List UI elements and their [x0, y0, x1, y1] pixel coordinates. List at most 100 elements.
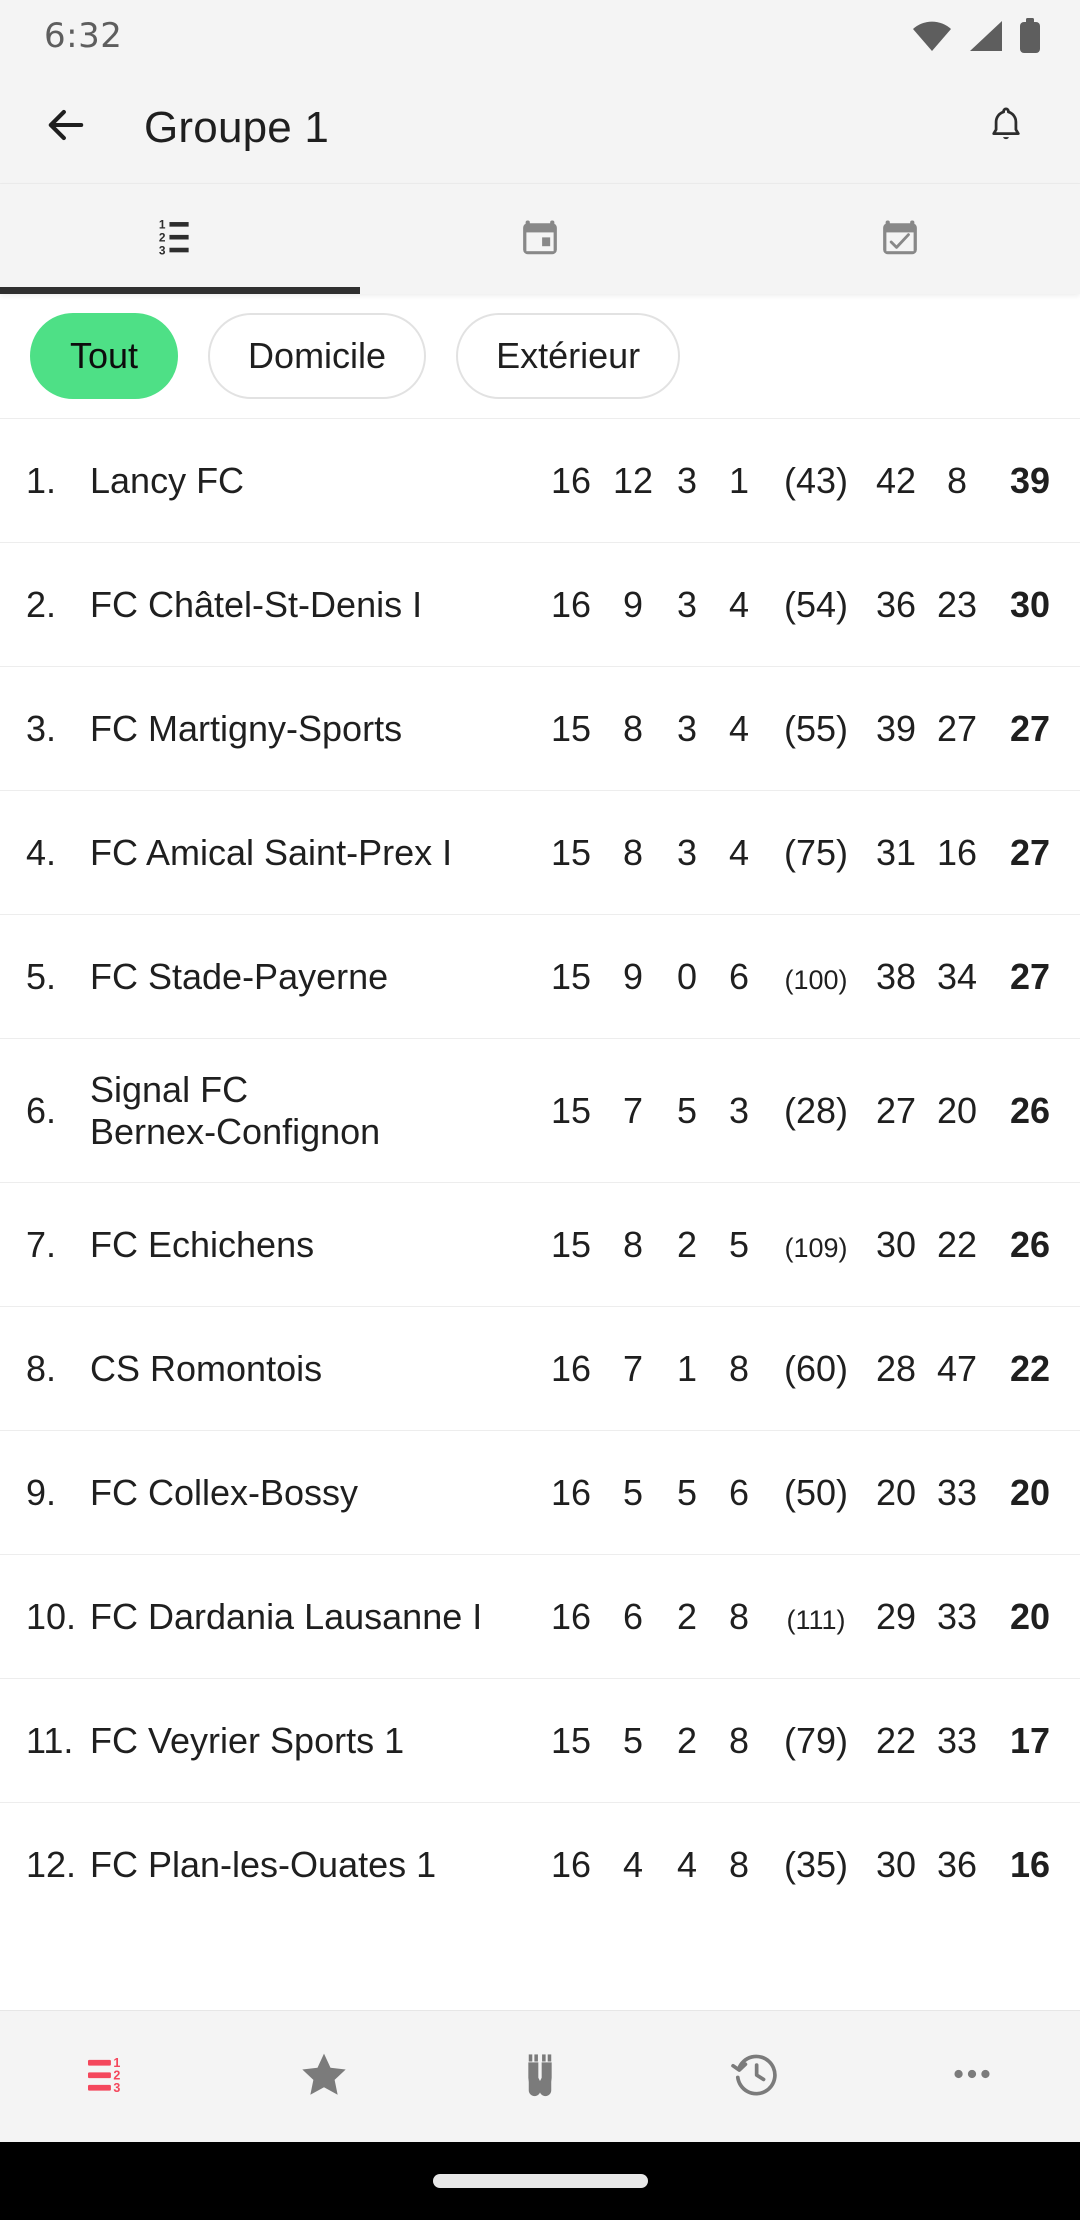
tab-standings[interactable]: 1 2 3 [0, 184, 360, 294]
row-rank: 4. [26, 831, 57, 873]
row-rank: 5. [26, 955, 57, 997]
row-goals-against: 22 [936, 1223, 978, 1265]
row-goals-against: 16 [936, 831, 978, 873]
filter-chip-domicile[interactable]: Domicile [208, 313, 427, 399]
row-draws: 3 [676, 459, 698, 501]
row-draws: 0 [676, 955, 698, 997]
table-row[interactable]: 3. FC Martigny-Sports 15 8 3 4 (55) 39 27 27 [0, 666, 1080, 790]
table-row[interactable]: 11. FC Veyrier Sports 1 15 5 2 8 (79) 22 33 17 [0, 1678, 1080, 1802]
nav-scout[interactable] [432, 2011, 648, 2142]
filter-chip-tout[interactable]: Tout [30, 313, 179, 399]
row-stats: 15 5 2 8 (79) 22 33 17 [538, 1720, 1050, 1762]
row-points: 20 [1009, 1471, 1050, 1513]
row-matches-played: 16 [550, 1471, 592, 1513]
row-losses: 5 [728, 1223, 750, 1265]
filter-chip-exterieur[interactable]: Extérieur [456, 313, 681, 399]
row-losses: 4 [728, 583, 750, 625]
row-points: 16 [1009, 1843, 1050, 1885]
binoculars-icon [515, 2049, 565, 2104]
row-stats: 16 5 5 6 (50) 20 33 20 [538, 1472, 1050, 1514]
row-losses: 4 [728, 707, 750, 749]
table-row[interactable]: 8. CS Romontois 16 7 1 8 (60) 28 47 22 [0, 1306, 1080, 1430]
row-goals-for: 36 [875, 583, 917, 625]
gesture-handle[interactable] [432, 2174, 648, 2188]
row-team-name: FC Châtel-St-Denis I [90, 583, 423, 625]
row-goals-for: 42 [875, 459, 917, 501]
row-matches-played: 16 [550, 1347, 592, 1389]
table-row[interactable]: 6. Signal FC Bernex-Confignon 15 7 5 3 (28) 27 20… [0, 1038, 1080, 1182]
table-row[interactable]: 1. Lancy FC 16 12 3 1 (43) 42 8 39 [0, 418, 1080, 542]
table-row[interactable]: 2. FC Châtel-St-Denis I 16 9 3 4 (54) 36 23 30 [0, 542, 1080, 666]
svg-text:3: 3 [113, 2081, 120, 2095]
row-rank: 9. [26, 1471, 57, 1513]
nav-more[interactable] [864, 2011, 1080, 2142]
notifications-button[interactable] [970, 92, 1042, 164]
row-wins: 9 [622, 955, 644, 997]
bottom-nav: 1 2 3 [0, 2010, 1080, 2142]
cellular-signal-icon [966, 19, 1004, 53]
row-draws: 3 [676, 583, 698, 625]
table-row[interactable]: 12. FC Plan-les-Ouates 1 16 4 4 8 (35) 30 36 16 [0, 1802, 1080, 1926]
row-wins: 4 [622, 1843, 644, 1885]
table-row[interactable]: 9. FC Collex-Bossy 16 5 5 6 (50) 20 33 20 [0, 1430, 1080, 1554]
row-percentage: (54) [783, 583, 849, 625]
row-points: 27 [1009, 831, 1050, 873]
row-wins: 8 [622, 831, 644, 873]
standings-table[interactable]: 1. Lancy FC 16 12 3 1 (43) 42 8 39 2. FC Châtel-St-… [0, 418, 1080, 2010]
row-matches-played: 15 [550, 1223, 592, 1265]
row-goals-for: 31 [875, 831, 917, 873]
row-matches-played: 16 [550, 1843, 592, 1885]
row-draws: 3 [676, 831, 698, 873]
row-goals-against: 36 [936, 1843, 978, 1885]
table-row[interactable]: 7. FC Echichens 15 8 2 5 (109) 30 22 26 [0, 1182, 1080, 1306]
row-goals-for: 30 [875, 1843, 917, 1885]
row-team-name: FC Veyrier Sports 1 [90, 1719, 405, 1761]
row-points: 27 [1009, 707, 1050, 749]
row-goals-for: 28 [875, 1347, 917, 1389]
row-draws: 2 [676, 1223, 698, 1265]
row-losses: 6 [728, 1471, 750, 1513]
row-wins: 12 [612, 459, 654, 501]
row-matches-played: 15 [550, 1719, 592, 1761]
row-losses: 8 [728, 1347, 750, 1389]
row-team-name: FC Stade-Payerne [90, 955, 389, 997]
table-row[interactable]: 5. FC Stade-Payerne 15 9 0 6 (100) 38 34 27 [0, 914, 1080, 1038]
row-draws: 5 [676, 1089, 698, 1131]
row-rank: 8. [26, 1347, 57, 1389]
battery-icon [1018, 18, 1042, 54]
nav-standings[interactable]: 1 2 3 [0, 2011, 216, 2142]
row-percentage: (43) [783, 459, 849, 501]
nav-favorites[interactable] [216, 2011, 432, 2142]
status-time: 6:32 [44, 16, 123, 56]
page-title: Groupe 1 [144, 102, 330, 152]
row-rank: 2. [26, 583, 57, 625]
row-losses: 6 [728, 955, 750, 997]
tab-bar: 1 2 3 [0, 184, 1080, 294]
tab-results[interactable] [720, 184, 1080, 294]
back-button[interactable] [30, 92, 102, 164]
row-goals-against: 23 [936, 583, 978, 625]
row-percentage: (28) [783, 1089, 849, 1131]
row-team-name: FC Collex-Bossy [90, 1471, 359, 1513]
row-matches-played: 16 [550, 1595, 592, 1637]
row-percentage: (75) [783, 831, 849, 873]
row-draws: 1 [676, 1347, 698, 1389]
row-points: 30 [1009, 583, 1050, 625]
star-icon [298, 2048, 350, 2105]
table-row[interactable]: 10. FC Dardania Lausanne I 16 6 2 8 (111) 29 33 2… [0, 1554, 1080, 1678]
table-row[interactable]: 4. FC Amical Saint-Prex I 15 8 3 4 (75) 31 16 27 [0, 790, 1080, 914]
arrow-back-icon [40, 99, 92, 156]
row-goals-against: 47 [936, 1347, 978, 1389]
tab-fixtures[interactable] [360, 184, 720, 294]
row-stats: 16 4 4 8 (35) 30 36 16 [538, 1844, 1050, 1886]
row-team-name-line2: Bernex-Confignon [90, 1110, 381, 1152]
row-stats: 15 8 2 5 (109) 30 22 26 [538, 1224, 1050, 1266]
row-goals-against: 20 [936, 1089, 978, 1131]
nav-history[interactable] [648, 2011, 864, 2142]
row-matches-played: 15 [550, 1089, 592, 1131]
numbered-list-icon: 1 2 3 [157, 214, 203, 265]
row-percentage: (79) [783, 1719, 849, 1761]
row-stats: 16 6 2 8 (111) 29 33 20 [538, 1596, 1050, 1638]
row-rank: 1. [26, 459, 57, 501]
row-stats: 16 9 3 4 (54) 36 23 30 [538, 584, 1050, 626]
